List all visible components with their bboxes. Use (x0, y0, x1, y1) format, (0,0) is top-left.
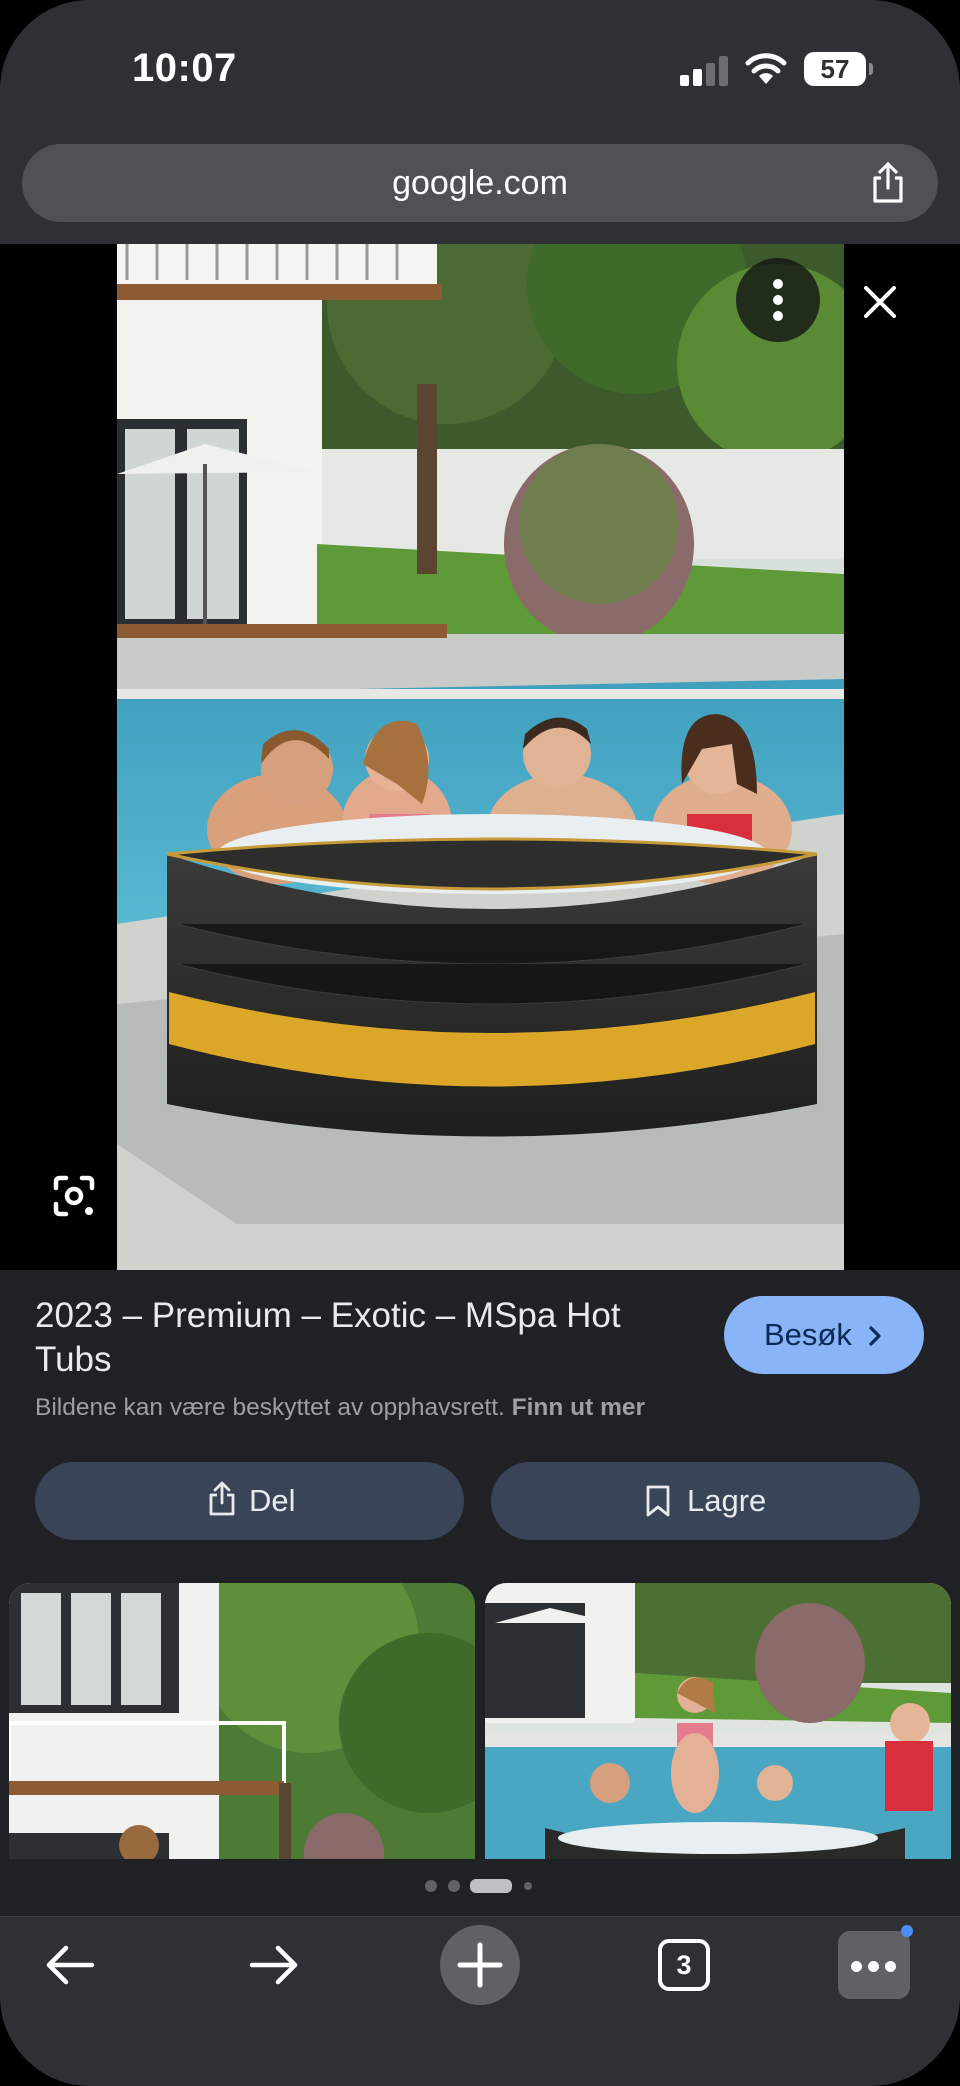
visit-button[interactable]: Besøk (724, 1296, 924, 1374)
image-more-options-button[interactable] (736, 258, 820, 342)
pagination-dot-active[interactable] (470, 1879, 512, 1893)
status-time: 10:07 (132, 46, 237, 90)
visit-label: Besøk (764, 1317, 852, 1352)
battery-level: 57 (820, 54, 850, 84)
tab-count: 3 (676, 1950, 692, 1980)
new-tab-button[interactable] (440, 1925, 520, 2005)
close-icon[interactable] (856, 278, 904, 326)
share-icon[interactable] (870, 162, 906, 204)
copyright-text: Bildene kan være beskyttet av opphavsret… (35, 1394, 505, 1421)
share-icon (209, 1481, 235, 1516)
learn-more-link[interactable]: Finn ut mer (512, 1394, 645, 1421)
browser-top-bar: 10:07 57 google.com (0, 0, 960, 244)
chevron-right-icon (869, 1326, 881, 1346)
hot-tub-photo[interactable] (117, 244, 844, 1270)
more-vert-icon (773, 279, 783, 321)
related-image-thumbnail[interactable] (9, 1583, 475, 1859)
back-arrow-icon[interactable] (44, 1943, 96, 1987)
save-label: Lagre (687, 1483, 767, 1518)
copyright-notice: Bildene kan være beskyttet av opphavsret… (35, 1394, 645, 1422)
battery-icon: 57 (804, 52, 873, 86)
plus-icon (457, 1942, 503, 1988)
wifi-icon (745, 53, 787, 84)
phone-screen: 10:07 57 google.com 2023 – Premium – Exo… (0, 0, 960, 2086)
tab-switcher-button[interactable]: 3 (658, 1939, 710, 1991)
forward-arrow-icon[interactable] (248, 1943, 300, 1987)
image-title[interactable]: 2023 – Premium – Exotic – MSpa Hot Tubs (35, 1294, 695, 1382)
notification-dot (901, 1925, 913, 1937)
image-viewer (0, 244, 960, 1270)
url-text[interactable]: google.com (22, 144, 938, 222)
browser-bottom-toolbar: 3 (0, 1916, 960, 2086)
pagination-dot[interactable] (425, 1880, 437, 1892)
related-image-thumbnail[interactable] (485, 1583, 951, 1859)
save-button[interactable]: Lagre (491, 1462, 920, 1540)
cellular-signal-icon (680, 56, 730, 86)
address-bar[interactable]: google.com (22, 144, 938, 222)
google-lens-icon[interactable] (52, 1174, 96, 1218)
share-label: Del (249, 1483, 296, 1518)
more-horiz-icon (851, 1961, 862, 1972)
more-menu-button[interactable] (838, 1931, 910, 1999)
carousel-pagination (0, 1879, 960, 1893)
pagination-dot[interactable] (448, 1880, 460, 1892)
pagination-dot[interactable] (524, 1882, 532, 1890)
share-button[interactable]: Del (35, 1462, 464, 1540)
bookmark-icon (646, 1485, 670, 1517)
